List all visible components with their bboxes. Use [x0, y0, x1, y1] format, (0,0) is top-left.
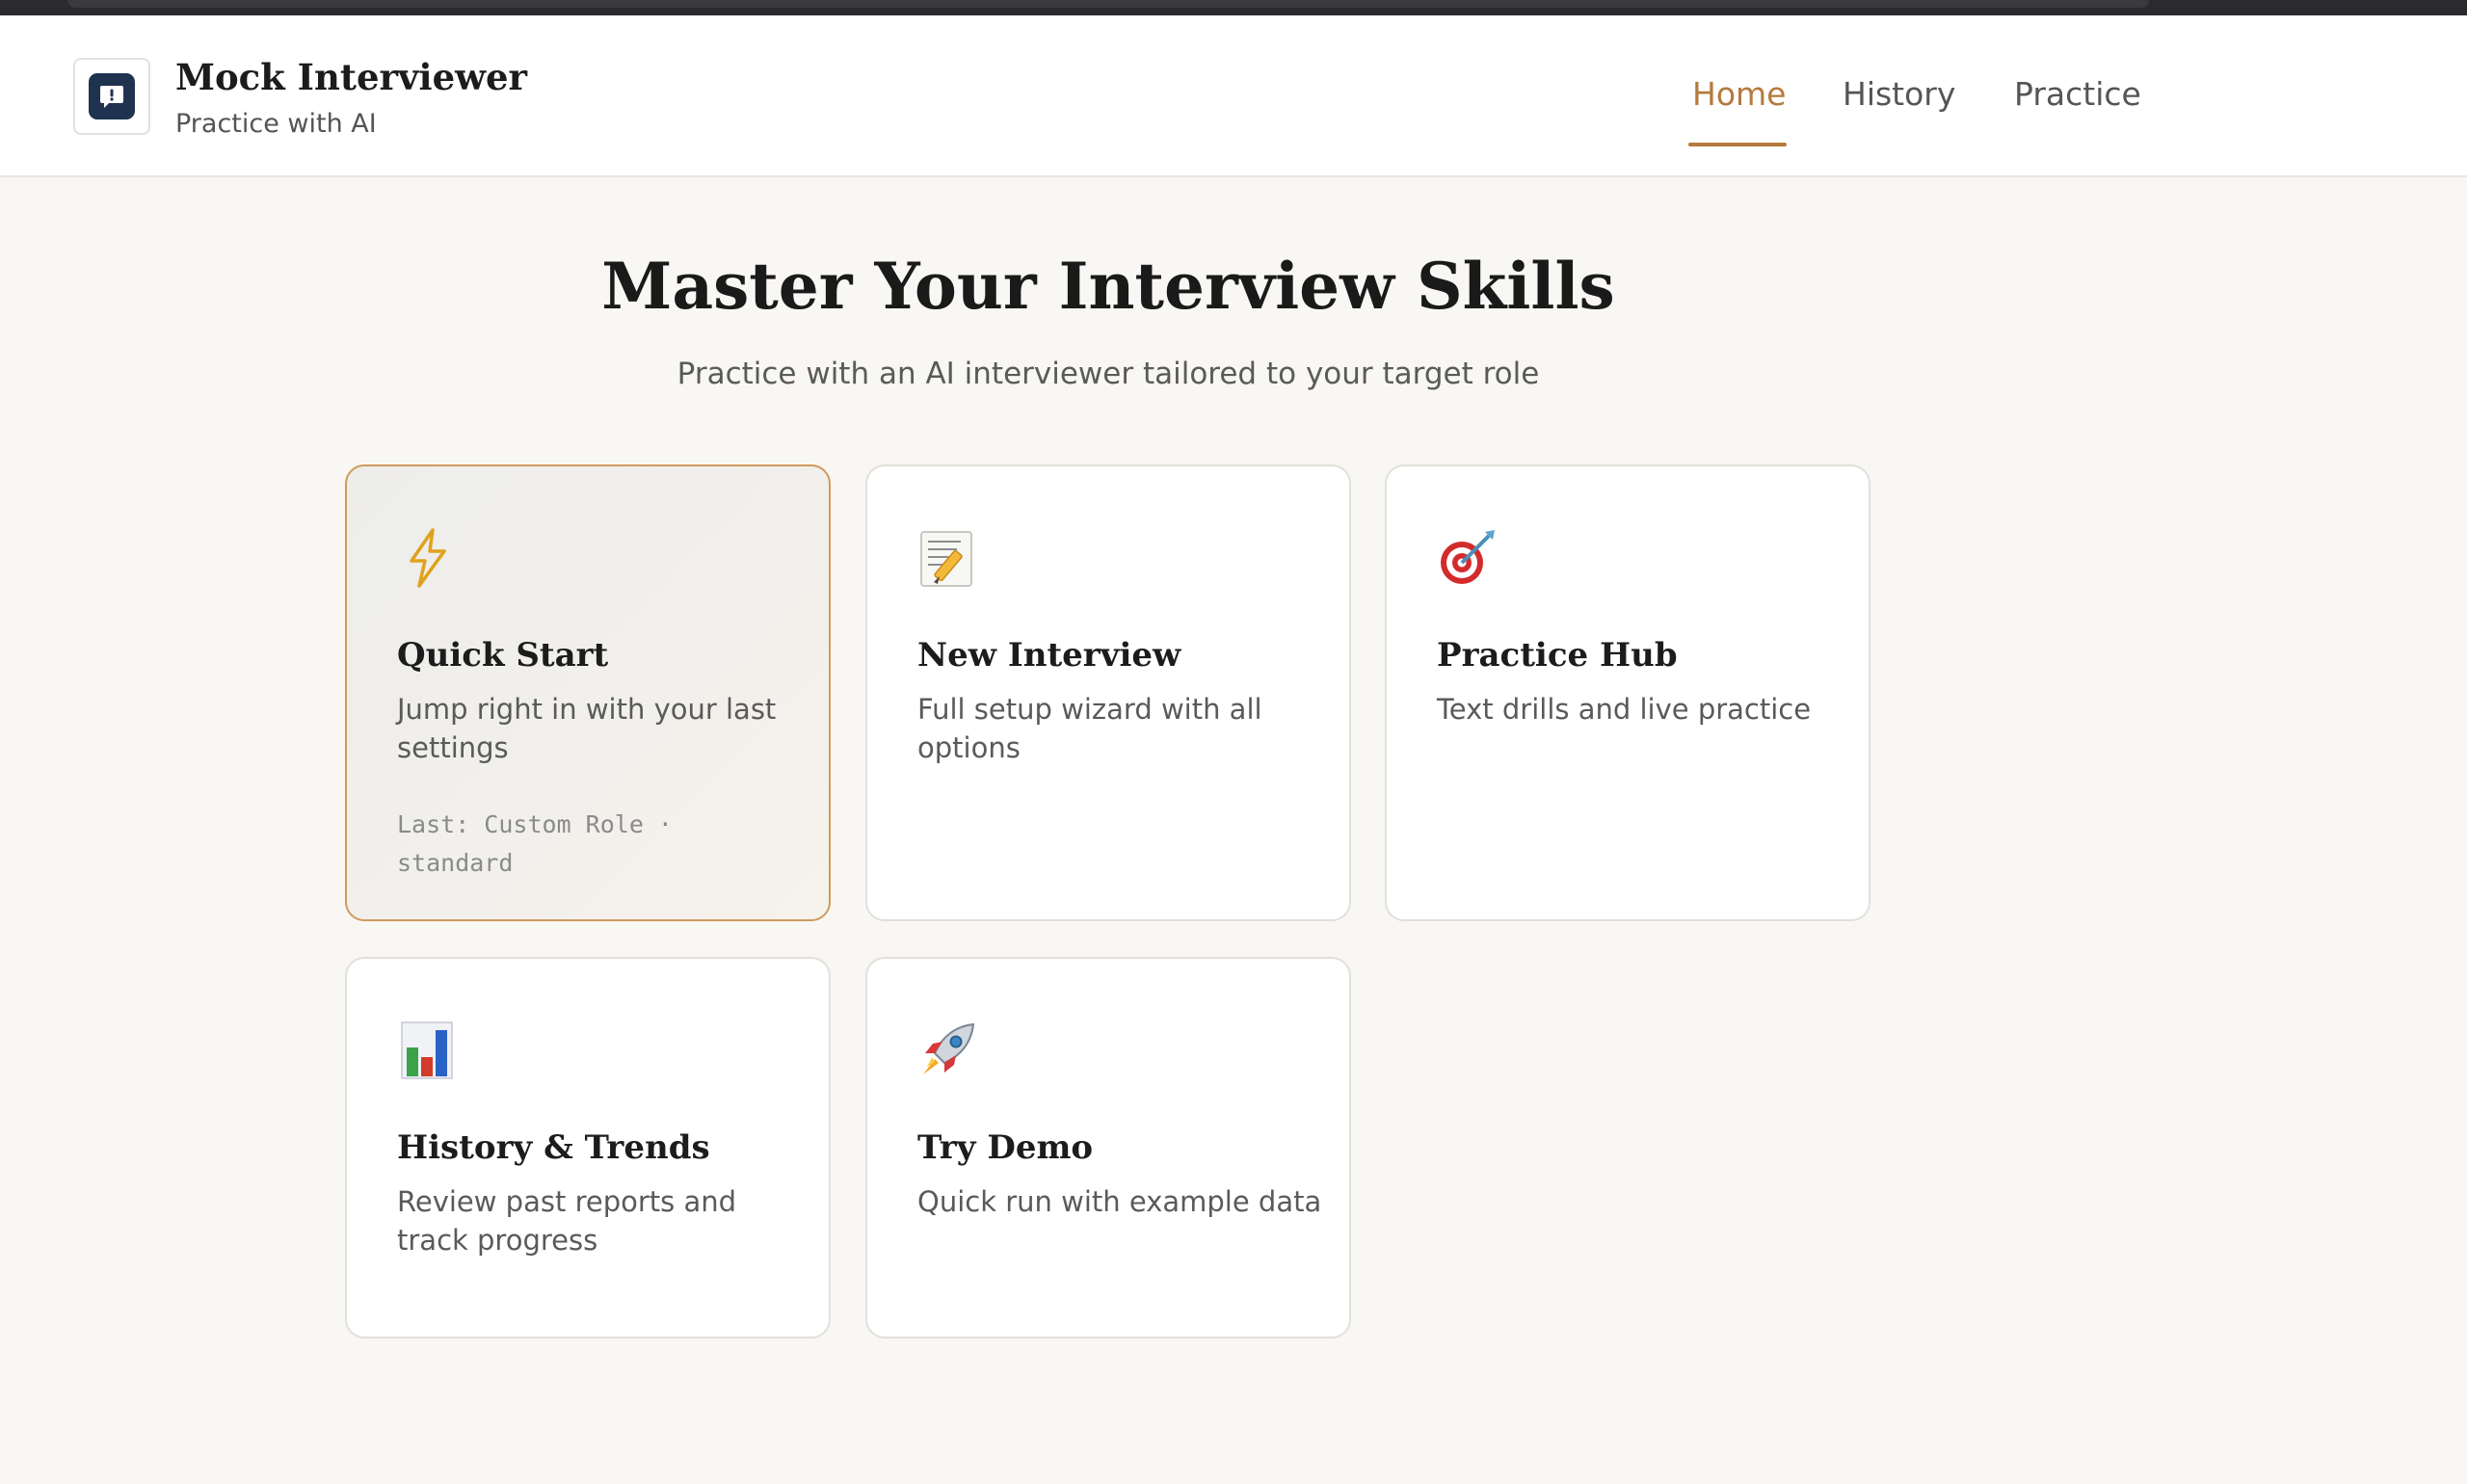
last-settings-label: Last: Custom Role · standard [397, 810, 673, 877]
bar-chart-icon [397, 1020, 457, 1080]
nav-home[interactable]: Home [1692, 75, 1786, 113]
lightning-icon [397, 528, 457, 588]
card-title: Quick Start [397, 636, 609, 675]
card-description: Review past reports and track progress [397, 1185, 737, 1257]
page-title: Master Your Interview Skills [601, 249, 1615, 324]
app-subtitle: Practice with AI [175, 109, 377, 139]
card-title: New Interview [917, 636, 1181, 675]
card-title: Practice Hub [1437, 636, 1678, 675]
try-demo-card[interactable]: Try Demo Quick run with example data [865, 957, 1351, 1338]
history-trends-card[interactable]: History & Trends Review past reports and… [345, 957, 831, 1338]
nav-history[interactable]: History [1843, 75, 1955, 113]
chat-bubble-icon [89, 73, 135, 119]
card-description: Text drills and live practice [1437, 693, 1812, 726]
card-title: Try Demo [917, 1128, 1094, 1167]
quick-start-card[interactable]: Quick Start Jump right in with your last… [345, 464, 831, 921]
app-logo[interactable] [73, 58, 150, 135]
nav-practice[interactable]: Practice [2014, 75, 2141, 113]
card-description: Quick run with example data [917, 1185, 1322, 1218]
app-header: Mock Interviewer Practice with AI Home H… [0, 15, 2467, 177]
memo-icon [917, 528, 977, 588]
card-description: Full setup wizard with all options [917, 693, 1262, 764]
card-description: Jump right in with your last settings [397, 693, 777, 764]
card-title: History & Trends [397, 1128, 710, 1167]
rocket-icon [917, 1020, 977, 1080]
page-subtitle: Practice with an AI interviewer tailored… [676, 357, 1540, 391]
nav-active-indicator [1688, 143, 1787, 146]
practice-hub-card[interactable]: Practice Hub Text drills and live practi… [1385, 464, 1870, 921]
app-title: Mock Interviewer [175, 56, 527, 98]
window-top-bar [67, 0, 2149, 8]
target-icon [1437, 528, 1497, 588]
window-top-strip [0, 0, 2467, 15]
new-interview-card[interactable]: New Interview Full setup wizard with all… [865, 464, 1351, 921]
